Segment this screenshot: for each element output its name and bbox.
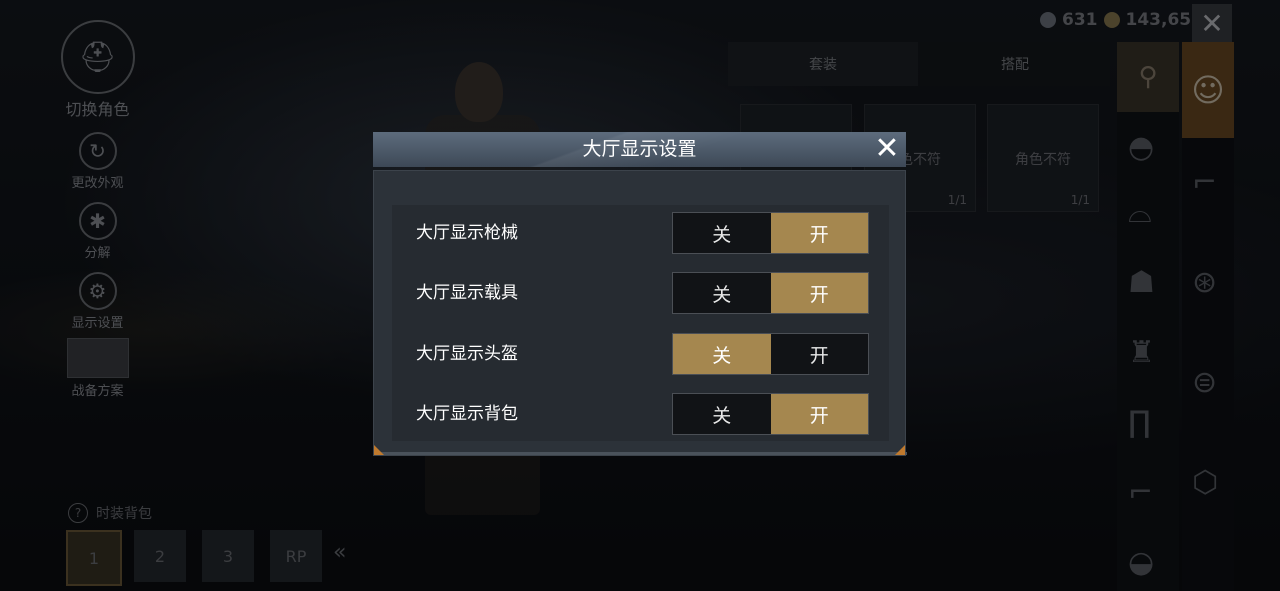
- on-option[interactable]: 开: [771, 334, 869, 374]
- on-option[interactable]: 开: [770, 394, 868, 434]
- toggle-helmet: 关 开: [672, 333, 869, 375]
- setting-label: 大厅显示背包: [416, 404, 518, 424]
- toggle-gun: 关 开: [672, 212, 869, 254]
- setting-label: 大厅显示头盔: [416, 344, 518, 364]
- corner-accent: [374, 445, 384, 455]
- close-icon[interactable]: ✕: [872, 134, 902, 165]
- setting-label: 大厅显示枪械: [416, 223, 518, 243]
- corner-accent: [895, 445, 905, 455]
- dialog-bottom-line: [374, 452, 907, 455]
- on-option[interactable]: 开: [770, 213, 868, 253]
- setting-row-vehicle: 大厅显示载具 关 开: [416, 272, 869, 314]
- dialog-title: 大厅显示设置: [582, 138, 697, 160]
- off-option[interactable]: 关: [673, 334, 771, 374]
- setting-row-gun: 大厅显示枪械 关 开: [416, 212, 869, 254]
- setting-label: 大厅显示载具: [416, 283, 518, 303]
- toggle-vehicle: 关 开: [672, 272, 869, 314]
- setting-row-backpack: 大厅显示背包 关 开: [416, 393, 869, 435]
- toggle-backpack: 关 开: [672, 393, 869, 435]
- off-option[interactable]: 关: [673, 213, 771, 253]
- setting-row-helmet: 大厅显示头盔 关 开: [416, 333, 869, 375]
- off-option[interactable]: 关: [673, 273, 771, 313]
- on-option[interactable]: 开: [770, 273, 868, 313]
- off-option[interactable]: 关: [673, 394, 771, 434]
- lobby-display-settings-dialog: 大厅显示设置 ✕ 大厅显示枪械 关 开 大厅显示载具 关 开 大厅显示头盔 关 …: [373, 132, 907, 459]
